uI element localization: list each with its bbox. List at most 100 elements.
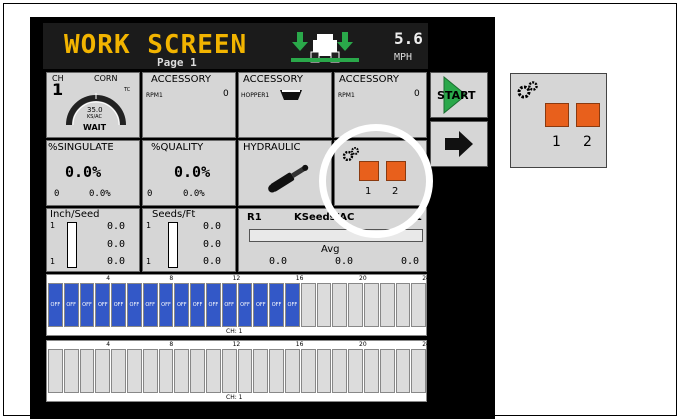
callout-label-2: 2 <box>583 134 592 150</box>
start-label: START <box>437 89 476 102</box>
section-bottom-21[interactable] <box>364 349 379 393</box>
section-top-20[interactable] <box>348 283 363 327</box>
accessory-tile-2[interactable]: ACCESSORY HOPPER1 <box>238 72 332 138</box>
section-bottom-14[interactable] <box>253 349 269 393</box>
section-top-12[interactable]: OFF <box>221 283 237 327</box>
section-top-21[interactable] <box>364 283 379 327</box>
tractor-icon <box>291 32 359 63</box>
seeds-ft-title: Seeds/Ft <box>152 209 196 220</box>
hydraulic-title: HYDRAULIC <box>243 142 301 153</box>
section-top-1[interactable]: OFF <box>48 283 63 327</box>
singulate-count: 0 <box>54 189 60 199</box>
section-tick-label: 20 <box>359 341 367 348</box>
section-top-7[interactable]: OFF <box>142 283 158 327</box>
accessory-tile-1[interactable]: ACCESSORY RPM1 0 <box>142 72 236 138</box>
section-top-11[interactable]: OFF <box>206 283 221 327</box>
section-top-5[interactable]: OFF <box>111 283 126 327</box>
inch-seed-r1-left: 1 <box>50 221 56 230</box>
section-top-2[interactable]: OFF <box>63 283 79 327</box>
inch-seed-title: Inch/Seed <box>50 209 100 220</box>
section-tick-label: 20 <box>359 275 367 282</box>
section-top-10[interactable]: OFF <box>190 283 205 327</box>
channel-tile[interactable]: CH CORN 1 TC 35.0 KS/AC WAIT <box>46 72 140 138</box>
inch-per-seed-tile[interactable]: Inch/Seed 1 0.0 0.0 1 0.0 <box>46 208 140 272</box>
section-top-17[interactable] <box>300 283 316 327</box>
section-top-6[interactable]: OFF <box>127 283 142 327</box>
section-bottom-13[interactable] <box>237 349 253 393</box>
section-top-18[interactable] <box>316 283 332 327</box>
section-top-19[interactable] <box>332 283 348 327</box>
seeds-ft-r1-left: 1 <box>146 221 152 230</box>
section-bottom-2[interactable] <box>63 349 79 393</box>
section-tick-label: 16 <box>295 341 304 348</box>
inch-seed-bar <box>67 222 77 268</box>
seeds-ft-r2: 0.0 <box>203 239 222 250</box>
section-top-15[interactable]: OFF <box>269 283 284 327</box>
ch-number: 1 <box>52 80 64 99</box>
section-bottom-7[interactable] <box>142 349 158 393</box>
singulate-tile[interactable]: %SINGULATE 0.0% 0 0.0% <box>46 140 140 206</box>
section-bottom-1[interactable] <box>48 349 63 393</box>
section-bottom-9[interactable] <box>174 349 190 393</box>
screen-title: WORK SCREEN <box>64 30 248 60</box>
clutch-callout: 1 2 <box>510 73 607 168</box>
section-bottom-8[interactable] <box>158 349 174 393</box>
section-bottom-22[interactable] <box>379 349 395 393</box>
inch-seed-r3: 0.0 <box>107 256 126 267</box>
callout-clutch-1 <box>545 103 569 127</box>
section-bottom-20[interactable] <box>348 349 363 393</box>
section-tick-label: 8 <box>169 275 174 282</box>
section-bottom-12[interactable] <box>221 349 237 393</box>
section-bottom-5[interactable] <box>111 349 126 393</box>
section-bottom-19[interactable] <box>332 349 348 393</box>
quality-tile[interactable]: %QUALITY 0.0% 0 0.0% <box>142 140 236 206</box>
gears-icon <box>517 81 538 99</box>
speed-unit: MPH <box>394 52 413 63</box>
gauge-unit: KS/AC <box>87 114 102 120</box>
section-top-24[interactable] <box>411 283 427 327</box>
seeds-ft-r3-left: 1 <box>146 257 152 266</box>
section-ch-label: CH: 1 <box>226 328 243 335</box>
section-top-9[interactable]: OFF <box>174 283 190 327</box>
seeds-ft-r1: 0.0 <box>203 221 222 232</box>
section-bottom-4[interactable] <box>95 349 111 393</box>
accessory-name: HOPPER1 <box>241 92 270 99</box>
section-bottom-10[interactable] <box>190 349 205 393</box>
next-page-button[interactable] <box>430 121 488 167</box>
section-top-13[interactable]: OFF <box>237 283 253 327</box>
section-bottom-24[interactable] <box>411 349 427 393</box>
start-button[interactable]: START <box>430 72 488 118</box>
population-value-1: 0.0 <box>269 256 288 267</box>
section-bottom-16[interactable] <box>285 349 300 393</box>
hydraulic-tile[interactable]: HYDRAULIC <box>238 140 332 206</box>
section-top-14[interactable]: OFF <box>253 283 269 327</box>
section-top-4[interactable]: OFF <box>95 283 111 327</box>
quality-sub: 0.0% <box>183 189 205 199</box>
section-top-8[interactable]: OFF <box>158 283 174 327</box>
accessory-value: 0 <box>414 89 420 99</box>
singulate-value: 0.0% <box>65 163 102 181</box>
section-tick-label: 12 <box>232 341 241 348</box>
seeds-per-ft-tile[interactable]: Seeds/Ft 1 0.0 0.0 1 0.0 <box>142 208 236 272</box>
section-bottom-11[interactable] <box>206 349 221 393</box>
hopper-icon <box>280 90 302 100</box>
section-ch-label: CH: 1 <box>226 394 243 401</box>
section-tick-label: 4 <box>106 341 111 348</box>
section-bottom-6[interactable] <box>127 349 142 393</box>
section-bottom-17[interactable] <box>300 349 316 393</box>
singulate-title: %SINGULATE <box>48 142 114 153</box>
section-top-23[interactable] <box>395 283 411 327</box>
callout-label-1: 1 <box>552 134 561 150</box>
section-bottom-3[interactable] <box>79 349 95 393</box>
section-bottom-23[interactable] <box>395 349 411 393</box>
section-top-16[interactable]: OFF <box>285 283 300 327</box>
hydraulic-cylinder-icon <box>268 164 309 193</box>
section-bottom-18[interactable] <box>316 349 332 393</box>
section-top-3[interactable]: OFF <box>79 283 95 327</box>
page-indicator: Page 1 <box>157 56 197 69</box>
section-top-22[interactable] <box>379 283 395 327</box>
section-bottom-15[interactable] <box>269 349 284 393</box>
population-avg-label: Avg <box>321 244 340 255</box>
callout-clutch-2 <box>576 103 600 127</box>
accessory-value: 0 <box>223 89 229 99</box>
